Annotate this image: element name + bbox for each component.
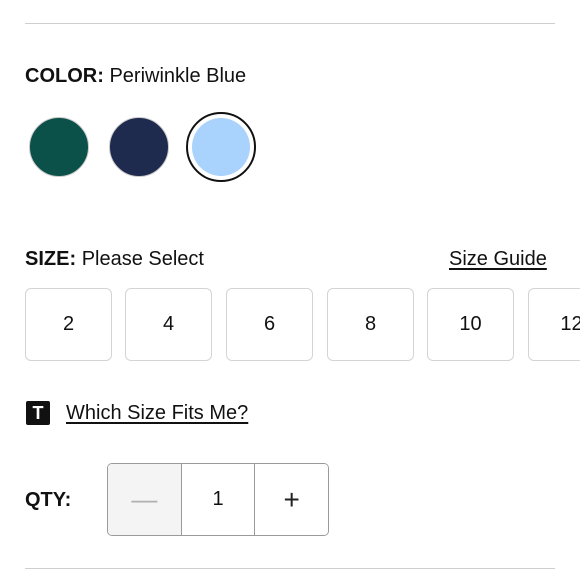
which-size-fits-me-link[interactable]: Which Size Fits Me? xyxy=(66,401,248,425)
size-selection-status: Please Select xyxy=(81,248,204,270)
selected-color-name: Periwinkle Blue xyxy=(109,65,247,87)
color-swatch-periwinkle-blue[interactable] xyxy=(186,112,256,182)
swatch-fill xyxy=(192,118,250,176)
qty-label: QTY: xyxy=(25,489,72,511)
color-swatch-navy[interactable] xyxy=(109,117,169,177)
qty-decrement-button[interactable]: — xyxy=(108,464,181,535)
size-option-12[interactable]: 12 xyxy=(528,288,580,361)
size-guide-link[interactable]: Size Guide xyxy=(449,247,547,271)
bottom-divider xyxy=(25,568,555,569)
size-option-2[interactable]: 2 xyxy=(25,288,112,361)
size-label: SIZE: xyxy=(25,248,77,270)
size-option-10[interactable]: 10 xyxy=(427,288,514,361)
product-options-panel: COLOR: Periwinkle Blue SIZE: Please Sele… xyxy=(0,0,580,580)
top-divider xyxy=(25,23,555,24)
size-option-6[interactable]: 6 xyxy=(226,288,313,361)
quantity-stepper: — 1 + xyxy=(107,463,329,536)
size-option-8[interactable]: 8 xyxy=(327,288,414,361)
size-option-4[interactable]: 4 xyxy=(125,288,212,361)
fit-brand-icon: T xyxy=(26,401,50,425)
color-swatch-dark-teal[interactable] xyxy=(29,117,89,177)
swatch-fill xyxy=(109,117,169,177)
qty-value[interactable]: 1 xyxy=(180,464,255,535)
qty-increment-button[interactable]: + xyxy=(254,464,328,535)
size-heading: SIZE: Please Select xyxy=(25,247,204,271)
color-heading: COLOR: Periwinkle Blue xyxy=(25,64,246,88)
color-label: COLOR: xyxy=(25,65,104,87)
swatch-fill xyxy=(29,117,89,177)
